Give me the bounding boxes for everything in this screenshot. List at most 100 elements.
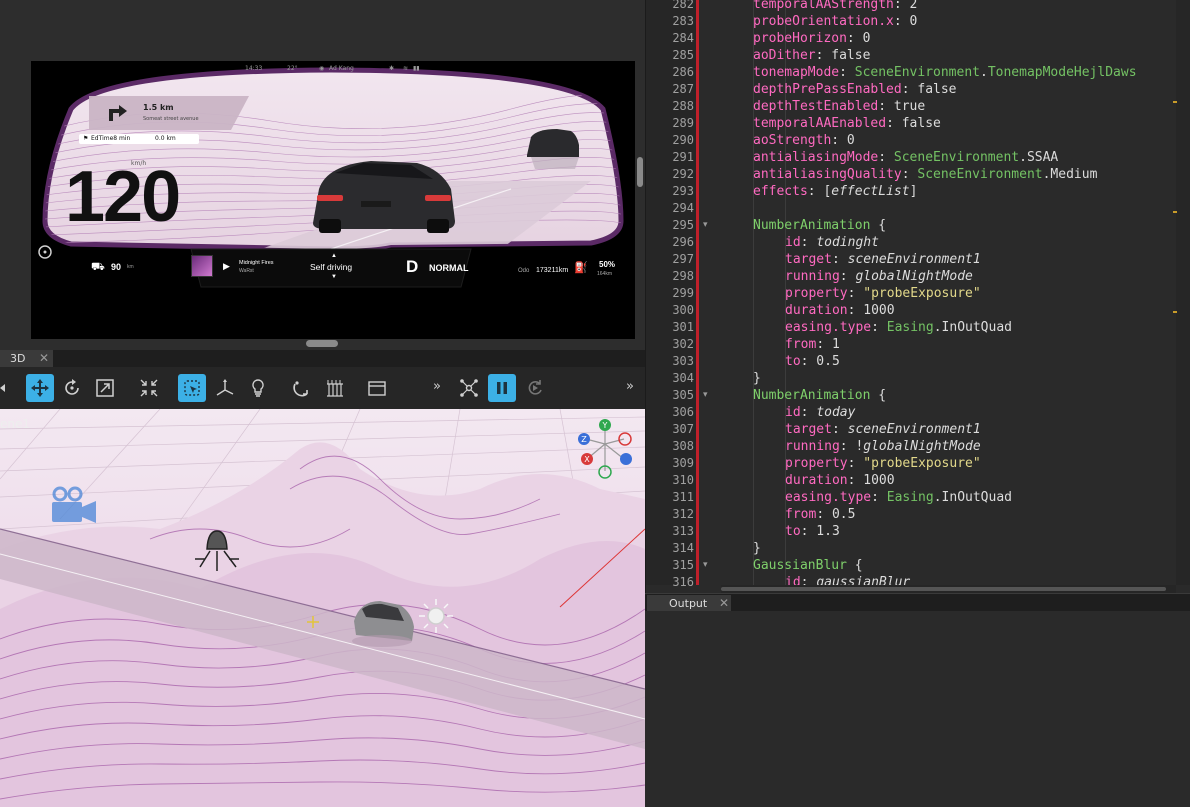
overflow-chevron-icon[interactable]: » (433, 379, 441, 394)
code-line[interactable]: id: today (721, 404, 1176, 421)
fit-selection-button[interactable] (135, 374, 163, 402)
rotate-tool-button[interactable] (58, 374, 86, 402)
code-line[interactable]: depthPrePassEnabled: false (721, 81, 1176, 98)
code-line[interactable]: antialiasingQuality: SceneEnvironment.Me… (721, 166, 1176, 183)
play-icon[interactable]: ▶ (223, 261, 230, 272)
cluster-preview[interactable]: 14:33 22° ◉ Ad Kang ✱ ≋ ▮▮ 1.5 km Someat… (31, 61, 635, 339)
code-line[interactable]: target: sceneEnvironment1 (721, 251, 1176, 268)
code-token: : (800, 405, 817, 420)
code-line[interactable]: id: gaussianBlur (721, 574, 1176, 585)
code-line[interactable]: NumberAnimation { (721, 387, 1176, 404)
editor-horizontal-scrollbar[interactable] (721, 585, 1176, 593)
pause-button[interactable] (488, 374, 516, 402)
code-line[interactable]: running: !globalNightMode (721, 438, 1176, 455)
code-line[interactable]: property: "probeExposure" (721, 455, 1176, 472)
up-arrow-icon[interactable]: ▲ (331, 253, 337, 259)
code-line[interactable]: duration: 1000 (721, 302, 1176, 319)
code-line[interactable]: id: todinght (721, 234, 1176, 251)
close-icon[interactable]: ✕ (37, 351, 51, 365)
code-line[interactable]: probeHorizon: 0 (721, 30, 1176, 47)
code-line[interactable]: from: 1 (721, 336, 1176, 353)
code-line[interactable]: } (721, 540, 1176, 557)
bulb-icon (252, 379, 264, 397)
down-arrow-icon[interactable]: ▼ (331, 274, 337, 280)
code-line[interactable]: to: 0.5 (721, 353, 1176, 370)
grid-button[interactable] (321, 374, 349, 402)
editor-vertical-scrollbar[interactable] (1176, 0, 1190, 585)
code-line[interactable]: temporalAAStrength: 2 (721, 0, 1176, 13)
code-line[interactable]: easing.type: Easing.InOutQuad (721, 489, 1176, 506)
selection-mode-button[interactable] (178, 374, 206, 402)
eta-distance: 0.0 km (155, 135, 176, 142)
line-number: 291 (672, 150, 694, 164)
close-icon[interactable]: ✕ (717, 596, 731, 610)
code-line[interactable]: aoDither: false (721, 47, 1176, 64)
preview-vertical-scrollbar[interactable] (637, 157, 643, 187)
code-line[interactable]: } (721, 370, 1176, 387)
preview-horizontal-scrollbar[interactable] (306, 340, 338, 347)
line-number: 292 (672, 167, 694, 181)
code-line[interactable]: to: 1.3 (721, 523, 1176, 540)
split-view-button[interactable] (363, 374, 391, 402)
tab-3d[interactable]: 3D ✕ (0, 350, 53, 367)
code-line[interactable]: probeOrientation.x: 0 (721, 13, 1176, 30)
3d-viewport[interactable]: Y Z X ene1 (0, 409, 645, 807)
user-icon: ◉ (319, 65, 325, 72)
code-token: running (785, 439, 840, 454)
code-line[interactable]: NumberAnimation { (721, 217, 1176, 234)
orientation-button[interactable] (211, 374, 239, 402)
tab-output[interactable]: Output ✕ (647, 595, 731, 612)
line-number: 305 (672, 388, 694, 402)
reset-button[interactable] (521, 374, 549, 402)
preview-panel: 14:33 22° ◉ Ad Kang ✱ ≋ ▮▮ 1.5 km Someat… (0, 0, 645, 350)
code-line[interactable]: aoStrength: 0 (721, 132, 1176, 149)
code-token: : false (886, 116, 941, 131)
svg-text:Z: Z (581, 435, 587, 444)
code-token: effectList (831, 184, 910, 199)
code-token: aoStrength (753, 133, 832, 148)
code-token: antialiasingMode (753, 150, 879, 165)
code-token: depthTestEnabled (753, 99, 879, 114)
code-token: GaussianBlur (753, 558, 847, 573)
code-line[interactable]: running: globalNightMode (721, 268, 1176, 285)
code-line[interactable]: tonemapMode: SceneEnvironment.TonemapMod… (721, 64, 1176, 81)
code-line[interactable] (721, 200, 1176, 217)
editor-horizontal-scroll-thumb[interactable] (721, 587, 1166, 591)
scrollbar-marker (1173, 101, 1177, 103)
code-token: id (785, 235, 801, 250)
camera-rotate-button[interactable] (287, 374, 315, 402)
code-line[interactable]: target: sceneEnvironment1 (721, 421, 1176, 438)
scale-tool-button[interactable] (91, 374, 119, 402)
code-editor[interactable]: 282 283 284 285 286 287 288 289 290 291 292 293 294 2… (645, 0, 1190, 593)
move-tool-button[interactable] (26, 374, 54, 402)
code-line[interactable]: antialiasingMode: SceneEnvironment.SSAA (721, 149, 1176, 166)
code-line[interactable]: temporalAAEnabled: false (721, 115, 1176, 132)
line-number: 294 (672, 201, 694, 215)
code-line[interactable]: from: 0.5 (721, 506, 1176, 523)
overflow-chevron-right-icon[interactable]: » (626, 379, 634, 394)
fold-arrow-icon[interactable]: ▾ (703, 557, 713, 574)
code-token: Easing (886, 490, 934, 505)
code-line[interactable]: effects: [effectList] (721, 183, 1176, 200)
code-token: tonemapMode (753, 65, 840, 80)
code-token: : 1000 (847, 303, 895, 318)
code-line[interactable]: duration: 1000 (721, 472, 1176, 489)
code-line[interactable]: property: "probeExposure" (721, 285, 1176, 302)
particles-button[interactable] (455, 374, 483, 402)
fold-arrow-icon[interactable]: ▾ (703, 387, 713, 404)
line-number: 309 (672, 456, 694, 470)
3d-scene: Y Z X (0, 409, 645, 807)
fold-arrow-icon[interactable]: ▾ (703, 217, 713, 234)
code-line[interactable]: easing.type: Easing.InOutQuad (721, 319, 1176, 336)
code-token: { (870, 218, 887, 233)
clock-text: 14:33 (245, 65, 263, 72)
line-number: 313 (672, 524, 694, 538)
window-icon (368, 381, 386, 396)
code-token: target (785, 422, 832, 437)
code-text-area[interactable]: temporalAAStrength: 2 probeOrientation.x:… (721, 0, 1176, 585)
code-line[interactable]: depthTestEnabled: true (721, 98, 1176, 115)
line-number: 302 (672, 337, 694, 351)
light-button[interactable] (244, 374, 272, 402)
code-line[interactable]: GaussianBlur { (721, 557, 1176, 574)
code-token: .InOutQuad (933, 490, 1012, 505)
